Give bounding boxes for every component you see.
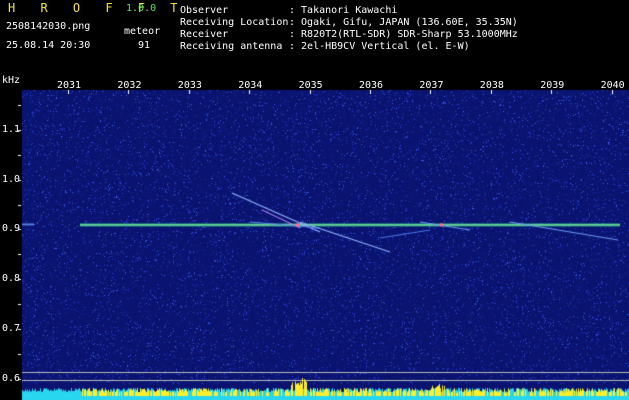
y-tick-label: 0.6	[2, 372, 21, 384]
x-tick-label: 2032	[117, 80, 142, 91]
app-version: 1.0.0	[126, 3, 157, 14]
x-tick-label: 2037	[419, 80, 444, 91]
x-tick-label: 2031	[57, 80, 82, 91]
meteor-count: 91	[138, 40, 151, 51]
y-tick-label: 1.0	[2, 173, 21, 185]
info-label-observer: Observer	[180, 5, 229, 16]
y-tick-label: 0.7	[2, 322, 21, 334]
info-label-antenna: Receiving antenna	[180, 41, 283, 52]
date-time: 25.08.14 20:30	[6, 40, 91, 51]
y-tick-label: 0.9	[2, 223, 21, 235]
y-axis-unit: kHz	[2, 75, 21, 86]
x-tick-label: 2034	[238, 80, 263, 91]
info-value-receiver: : R820T2(RTL-SDR) SDR-Sharp 53.1000MHz	[289, 29, 518, 40]
app-brand: H R O F F T	[8, 1, 187, 15]
header-panel: H R O F F T 1.0.0 2508142030.png meteor …	[0, 0, 629, 78]
x-tick-label: 2036	[359, 80, 384, 91]
info-value-location: : Ogaki, Gifu, JAPAN (136.60E, 35.35N)	[289, 17, 518, 28]
x-tick-label: 2040	[600, 80, 625, 91]
y-tick-label: 0.8	[2, 273, 21, 285]
x-tick-label: 2033	[177, 80, 202, 91]
info-label-location: Receiving Location	[180, 17, 289, 28]
mode-label: meteor	[124, 26, 161, 37]
file-name: 2508142030.png	[6, 21, 91, 32]
x-tick-label: 2039	[540, 80, 565, 91]
x-tick-label: 2038	[479, 80, 504, 91]
info-value-observer: : Takanori Kawachi	[289, 5, 398, 16]
info-label-receiver: Receiver	[180, 29, 229, 40]
x-tick-label: 2035	[298, 80, 323, 91]
info-value-antenna: : 2el-HB9CV Vertical (el. E-W)	[289, 41, 470, 52]
spectrogram-canvas	[0, 78, 629, 400]
y-tick-label: 1.1	[2, 124, 21, 135]
